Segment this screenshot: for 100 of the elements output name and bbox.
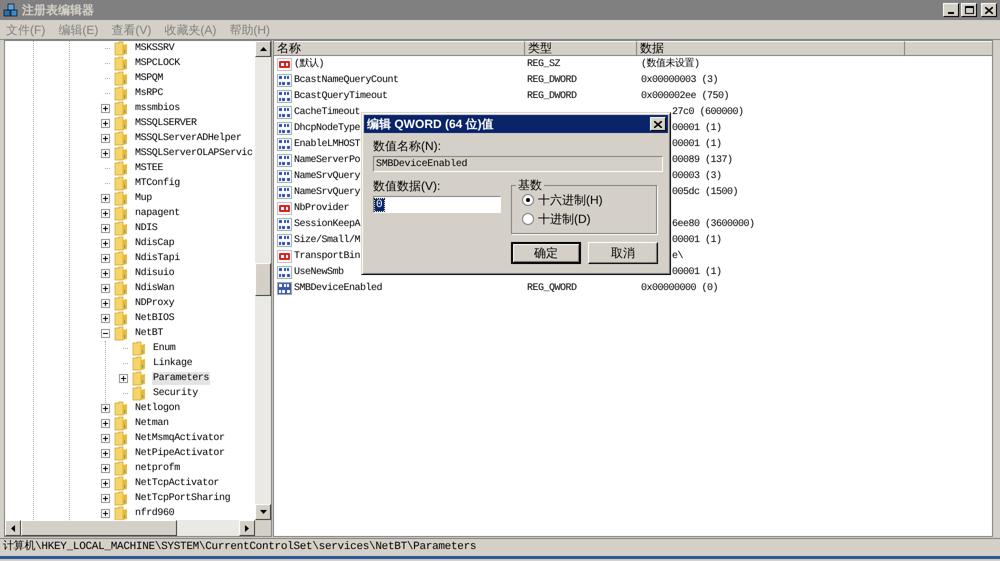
scroll-up-button[interactable] xyxy=(255,41,271,57)
value-name[interactable]: BcastQueryTimeout xyxy=(294,88,388,104)
expand-icon[interactable] xyxy=(101,284,110,293)
tree-item[interactable]: napagent xyxy=(134,207,181,220)
expand-icon[interactable] xyxy=(101,314,110,323)
column-header[interactable]: 名称 xyxy=(274,41,525,56)
scroll-down-button[interactable] xyxy=(255,504,271,520)
tree-item[interactable]: Netlogon xyxy=(134,402,181,415)
tree-item[interactable]: Linkage xyxy=(152,357,194,370)
expand-icon[interactable] xyxy=(101,194,110,203)
radio-button[interactable] xyxy=(522,213,534,225)
tree-item[interactable]: mssmbios xyxy=(134,102,181,115)
expand-icon[interactable] xyxy=(101,119,110,128)
value-name[interactable]: CacheTimeout xyxy=(294,104,360,120)
vertical-scrollbar[interactable] xyxy=(255,41,271,520)
tree-item[interactable]: NetTcpPortSharing xyxy=(134,492,232,505)
expand-icon[interactable] xyxy=(101,464,110,473)
expand-icon[interactable] xyxy=(101,254,110,263)
maximize-button[interactable] xyxy=(961,3,977,17)
value-data-field[interactable]: 0 xyxy=(373,196,501,213)
tree-item[interactable]: NdisCap xyxy=(134,237,176,250)
folder-icon xyxy=(114,131,128,146)
expand-icon[interactable] xyxy=(101,269,110,278)
tree-item[interactable]: Mup xyxy=(134,192,153,205)
expand-icon[interactable] xyxy=(101,404,110,413)
value-name[interactable]: BcastNameQueryCount xyxy=(294,72,399,88)
folder-icon xyxy=(132,386,146,401)
value-name[interactable]: TransportBin xyxy=(294,248,360,264)
tree-item[interactable]: MSKSSRV xyxy=(134,42,176,55)
close-button[interactable] xyxy=(650,117,666,131)
tree-item[interactable]: MSSQLServerOLAPServic xyxy=(134,147,254,160)
expand-icon[interactable] xyxy=(101,434,110,443)
radio-label[interactable]: 十进制(D) xyxy=(538,212,591,226)
collapse-icon[interactable] xyxy=(101,329,110,338)
value-name[interactable]: SMBDeviceEnabled xyxy=(294,280,382,296)
tree-item[interactable]: MSSQLSERVER xyxy=(134,117,198,130)
tree-item[interactable]: MSTEE xyxy=(134,162,164,175)
value-name-field[interactable]: SMBDeviceEnabled xyxy=(373,156,663,172)
value-data: 27c0 (600000) xyxy=(672,106,744,118)
close-button[interactable] xyxy=(981,3,997,17)
radio-label[interactable]: 十六进制(H) xyxy=(538,193,603,207)
expand-icon[interactable] xyxy=(101,239,110,248)
tree-item[interactable]: Enum xyxy=(152,342,176,355)
value-name[interactable]: NameServerPo xyxy=(294,152,360,168)
value-name[interactable]: Size/Small/M xyxy=(294,232,360,248)
tree-item[interactable]: NdisWan xyxy=(134,282,176,295)
value-name[interactable]: NameSrvQuery xyxy=(294,168,360,184)
expand-icon[interactable] xyxy=(101,479,110,488)
tree-item[interactable]: MTConfig xyxy=(134,177,181,190)
expand-icon[interactable] xyxy=(101,419,110,428)
value-name[interactable]: SessionKeepA xyxy=(294,216,360,232)
tree-item[interactable]: MSPQM xyxy=(134,72,164,85)
expand-icon[interactable] xyxy=(101,449,110,458)
horizontal-scrollbar[interactable] xyxy=(5,520,255,536)
tree-item[interactable]: NetTcpActivator xyxy=(134,477,220,490)
tree-item[interactable]: Netman xyxy=(134,417,170,430)
tree-item[interactable]: MSPCLOCK xyxy=(134,57,181,70)
scroll-left-button[interactable] xyxy=(5,520,21,536)
tree-item[interactable]: netprofm xyxy=(134,462,181,475)
value-name[interactable]: DhcpNodeType xyxy=(294,120,360,136)
expand-icon[interactable] xyxy=(101,104,110,113)
scrollbar-corner xyxy=(255,520,271,536)
tree-item[interactable]: Ndisuio xyxy=(134,267,176,280)
scroll-thumb[interactable] xyxy=(255,263,271,296)
expand-icon[interactable] xyxy=(119,374,128,383)
scroll-thumb[interactable] xyxy=(21,520,177,536)
tree-item[interactable]: NetMsmqActivator xyxy=(134,432,226,445)
value-name[interactable]: (默认) xyxy=(294,56,324,72)
expand-icon[interactable] xyxy=(101,209,110,218)
expand-icon[interactable] xyxy=(101,494,110,503)
expand-icon[interactable] xyxy=(101,299,110,308)
tree-item[interactable]: NDIS xyxy=(134,222,158,235)
value-name[interactable]: EnableLMHOST xyxy=(294,136,360,152)
minimize-button[interactable] xyxy=(943,3,959,17)
value-name[interactable]: UseNewSmb xyxy=(294,264,344,280)
tree-item[interactable]: Parameters xyxy=(152,372,210,385)
scroll-right-button[interactable] xyxy=(239,520,255,536)
value-data: 00089 (137) xyxy=(672,154,733,166)
tree-item[interactable]: MSSQLServerADHelper xyxy=(134,132,242,145)
folder-icon xyxy=(114,86,128,101)
tree-item[interactable]: NetPipeActivator xyxy=(134,447,226,460)
expand-icon[interactable] xyxy=(101,134,110,143)
folder-icon xyxy=(114,176,128,191)
value-name[interactable]: NbProvider xyxy=(294,200,350,216)
expand-icon[interactable] xyxy=(101,509,110,518)
tree-item[interactable]: Security xyxy=(152,387,199,400)
column-header[interactable]: 类型 xyxy=(525,41,637,56)
tree-item[interactable]: nfrd960 xyxy=(134,507,176,520)
expand-icon[interactable] xyxy=(101,149,110,158)
tree-item[interactable]: MsRPC xyxy=(134,87,164,100)
column-header[interactable]: 数据 xyxy=(637,41,905,56)
value-name[interactable]: NameSrvQuery xyxy=(294,184,360,200)
tree-item[interactable]: NDProxy xyxy=(134,297,176,310)
dialog-button[interactable]: 取消 xyxy=(588,242,658,264)
tree-item[interactable]: NetBIOS xyxy=(134,312,176,325)
tree-item[interactable]: NdisTapi xyxy=(134,252,181,265)
radio-button[interactable] xyxy=(522,194,534,206)
dialog-button[interactable]: 确定 xyxy=(511,242,581,264)
expand-icon[interactable] xyxy=(101,224,110,233)
tree-item[interactable]: NetBT xyxy=(134,327,164,340)
